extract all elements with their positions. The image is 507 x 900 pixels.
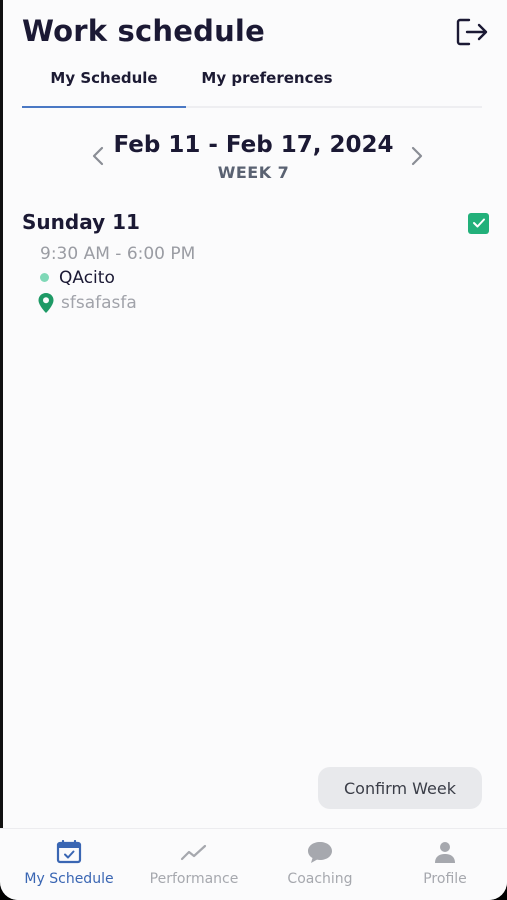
chevron-right-icon (410, 146, 424, 170)
day-card: Sunday 11 9:30 AM - 6:00 PM QAcito sfsaf… (22, 210, 492, 313)
person-icon (433, 840, 457, 868)
day-title: Sunday 11 (22, 210, 140, 234)
logout-icon (455, 17, 489, 51)
page-title: Work schedule (22, 14, 265, 48)
tab-bar: My Schedule My preferences (22, 64, 482, 108)
nav-label: Coaching (287, 871, 353, 887)
shift-location: sfsafasfa (37, 292, 137, 314)
bottom-navigation: My Schedule Performance Coaching Profile (0, 828, 507, 900)
nav-label: My Schedule (24, 871, 114, 887)
week-number: WEEK 7 (217, 163, 290, 182)
app-screen: Work schedule My Schedule My preferences… (0, 0, 507, 900)
tab-my-preferences[interactable]: My preferences (186, 64, 348, 108)
chat-bubble-icon (306, 840, 334, 868)
nav-profile[interactable]: Profile (382, 829, 507, 900)
nav-my-schedule[interactable]: My Schedule (6, 829, 132, 900)
shift-role: QAcito (40, 268, 115, 288)
tab-my-schedule[interactable]: My Schedule (22, 64, 186, 108)
week-navigator: Feb 11 - Feb 17, 2024 WEEK 7 (0, 130, 507, 190)
nav-performance[interactable]: Performance (131, 829, 257, 900)
day-confirmed-checkbox[interactable] (468, 213, 489, 234)
nav-label: Profile (423, 871, 467, 887)
role-label: QAcito (59, 268, 115, 288)
next-week-button[interactable] (405, 146, 429, 170)
location-label: sfsafasfa (61, 293, 137, 313)
logout-button[interactable] (452, 14, 492, 54)
nav-label: Performance (149, 871, 239, 887)
calendar-icon (56, 839, 82, 868)
week-range: Feb 11 - Feb 17, 2024 (113, 132, 394, 158)
role-dot-icon (40, 272, 49, 282)
location-pin-icon (37, 292, 55, 314)
check-icon (472, 214, 486, 233)
trend-icon (180, 842, 208, 866)
shift-time: 9:30 AM - 6:00 PM (40, 244, 196, 264)
nav-coaching[interactable]: Coaching (257, 829, 383, 900)
confirm-week-button[interactable]: Confirm Week (318, 767, 482, 809)
